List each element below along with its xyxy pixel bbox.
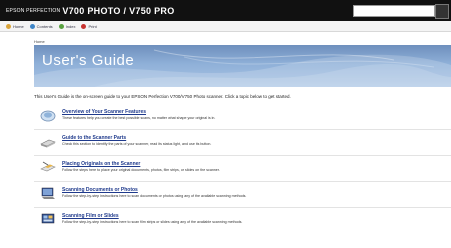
page-title: User's Guide: [42, 52, 135, 69]
print-icon: [81, 23, 87, 29]
title-bar: EPSON PERFECTION V700 PHOTO / V750 PRO: [0, 0, 451, 21]
intro-text: This User's Guide is the on-screen guide…: [34, 94, 291, 99]
index-icon: [58, 23, 64, 29]
toolbar-home-button[interactable]: Home: [6, 23, 24, 29]
topic-item-parts[interactable]: Guide to the Scanner Parts Check this se…: [34, 131, 451, 157]
topic-title[interactable]: Scanning Film or Slides: [62, 213, 119, 219]
toolbar-print-button[interactable]: Print: [81, 23, 97, 29]
topic-title[interactable]: Placing Originals on the Scanner: [62, 161, 140, 167]
scanning-documents-icon: [41, 187, 55, 199]
topic-description: Follow the step-by-step instructions her…: [62, 194, 247, 198]
breadcrumb[interactable]: Home: [34, 39, 45, 44]
topic-title[interactable]: Overview of Your Scanner Features: [62, 109, 146, 115]
toolbar-contents-button[interactable]: Contents: [29, 23, 53, 29]
toolbar-index-button[interactable]: Index: [58, 23, 76, 29]
toolbar: Home Contents Index Print: [0, 21, 451, 32]
divider: [34, 155, 451, 156]
topic-title[interactable]: Scanning Documents or Photos: [62, 187, 138, 193]
topic-description: These features help you create the best …: [62, 116, 216, 120]
toolbar-contents-label: Contents: [36, 23, 53, 29]
header-banner: User's Guide: [34, 45, 451, 87]
topic-title[interactable]: Guide to the Scanner Parts: [62, 135, 126, 141]
home-icon: [6, 23, 11, 29]
toolbar-print-label: Print: [88, 23, 97, 29]
scanning-film-icon: [41, 213, 55, 224]
window-title-prefix: EPSON PERFECTION: [6, 7, 61, 14]
divider: [34, 181, 451, 182]
divider: [34, 207, 451, 208]
topic-item-overview[interactable]: Overview of Your Scanner Features These …: [34, 105, 451, 131]
topic-description: Follow the step-by-step instructions her…: [62, 220, 243, 224]
search-go-button[interactable]: [435, 4, 449, 19]
contents-icon: [29, 23, 35, 29]
topic-description: Check this section to identify the parts…: [62, 142, 212, 146]
topic-item-scanning-documents[interactable]: Scanning Documents or Photos Follow the …: [34, 183, 451, 209]
toolbar-home-label: Home: [13, 23, 24, 29]
topic-description: Follow the steps here to place your orig…: [62, 168, 220, 172]
toolbar-index-label: Index: [65, 23, 76, 29]
topic-item-placing[interactable]: Placing Originals on the Scanner Follow …: [34, 157, 451, 183]
search-input[interactable]: [353, 5, 435, 17]
window-title: V700 PHOTO / V750 PRO: [62, 5, 175, 16]
scanner-parts-icon: [40, 139, 56, 148]
scanner-features-icon: [40, 110, 56, 122]
topic-item-scanning-film[interactable]: Scanning Film or Slides Follow the step-…: [34, 209, 451, 235]
placing-originals-icon: [40, 161, 56, 172]
divider: [34, 129, 451, 130]
